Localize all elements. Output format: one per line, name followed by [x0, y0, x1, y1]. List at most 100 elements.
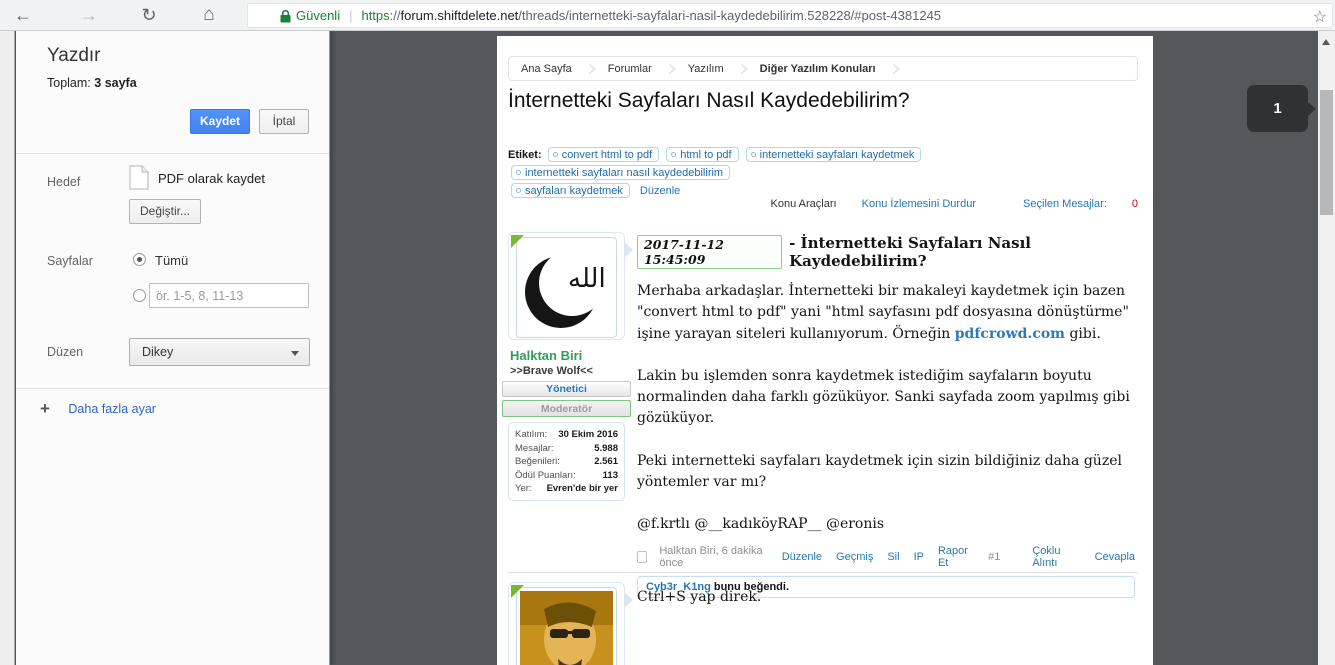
url-path: /threads/internetteki-sayfalari-nasil-ka… [518, 8, 942, 23]
pdfcrowd-link[interactable]: pdfcrowd.com [955, 326, 1065, 342]
bookmark-star-icon[interactable]: ☆ [1313, 7, 1327, 27]
user-card-post1: الله [508, 232, 633, 340]
moderator-banner: Moderatör [502, 400, 631, 417]
post-number[interactable]: #1 [988, 551, 1000, 563]
portrait-avatar-image [520, 591, 613, 665]
forward-icon[interactable]: → [76, 2, 102, 28]
breadcrumb-chevron-icon [887, 62, 900, 75]
destination-value: PDF olarak kaydet [158, 171, 265, 186]
post-separator [508, 572, 1138, 573]
post1-content: 2017-11-12 15:45:09 - İnternetteki Sayfa… [637, 234, 1135, 599]
breadcrumb-software[interactable]: Yazılım [676, 63, 736, 75]
edit-link[interactable]: Düzenle [782, 551, 822, 563]
more-settings-label: Daha fazla ayar [68, 402, 156, 416]
ip-link[interactable]: IP [914, 551, 924, 563]
plus-icon: + [40, 399, 50, 418]
home-icon[interactable]: ⌂ [196, 2, 222, 28]
crescent-avatar-image: الله [520, 241, 613, 334]
preview-page-number-badge: 1 [1247, 85, 1316, 132]
breadcrumb: Ana Sayfa Forumlar Yazılım Diğer Yazılım… [508, 56, 1138, 81]
post-paragraph: Merhaba arkadaşlar. İnternetteki bir mak… [637, 283, 1129, 342]
post2-content: Ctrl+S yap direk. [637, 587, 1135, 629]
username-link[interactable]: Halktan Biri [510, 348, 582, 363]
unwatch-thread-link[interactable]: Konu İzlemesini Durdur [862, 198, 976, 210]
preview-scrollbar[interactable] [1318, 31, 1335, 665]
stat-row: Mesajlar: 5.988 [515, 442, 618, 454]
post-title: - İnternetteki Sayfaları Nasıl Kaydedebi… [789, 234, 1031, 270]
delete-link[interactable]: Sil [887, 551, 899, 563]
svg-text:الله: الله [568, 264, 606, 294]
online-indicator-icon [511, 585, 524, 598]
breadcrumb-home[interactable]: Ana Sayfa [509, 63, 584, 75]
tags-block: Etiket: convert html to pdf html to pdf … [508, 146, 1138, 200]
tag-icon [750, 152, 756, 157]
thread-tools-button[interactable]: Konu Araçları [771, 198, 837, 210]
online-indicator-icon [511, 235, 524, 248]
back-icon[interactable]: ← [10, 2, 36, 28]
tag-pill[interactable]: internetteki sayfaları kaydetmek [745, 147, 922, 162]
total-pages: Toplam: 3 sayfa [47, 76, 137, 90]
history-link[interactable]: Geçmiş [836, 551, 873, 563]
tag-pill[interactable]: convert html to pdf [547, 147, 660, 162]
save-button[interactable]: Kaydet [190, 109, 250, 134]
tag-pill[interactable]: html to pdf [666, 147, 739, 162]
user-tagline: >>Brave Wolf<< [510, 365, 593, 377]
layout-label: Düzen [47, 345, 84, 359]
selected-messages-link[interactable]: Seçilen Mesajlar: 0 [1001, 198, 1138, 210]
avatar[interactable] [516, 587, 617, 665]
message-pointer-icon [624, 242, 633, 258]
tag-pill[interactable]: sayfaları kaydetmek [511, 183, 630, 198]
post1-body: Merhaba arkadaşlar. İnternetteki bir mak… [637, 281, 1135, 535]
reply-link[interactable]: Cevapla [1095, 551, 1135, 563]
tags-label: Etiket: [508, 149, 542, 161]
breadcrumb-chevron-icon [664, 62, 676, 75]
pages-label: Sayfalar [47, 254, 93, 268]
post-timestamp: 2017-11-12 15:45:09 [637, 235, 783, 269]
security-label: Güvenli [296, 8, 341, 23]
message-pointer-icon [624, 592, 633, 608]
stat-row: Ödül Puanları: 113 [515, 469, 618, 481]
pages-all-label[interactable]: Tümü [155, 253, 188, 268]
report-link[interactable]: Rapor Et [938, 545, 974, 569]
browser-toolbar: ← → ↻ ⌂ Güvenli | https://forum.shiftdel… [0, 0, 1335, 31]
panel-divider [16, 153, 329, 154]
screen: ← → ↻ ⌂ Güvenli | https://forum.shiftdel… [0, 0, 1335, 665]
selected-count: 0 [1131, 198, 1138, 210]
url-scheme: https [361, 8, 390, 23]
pages-range-radio[interactable] [133, 289, 146, 302]
thread-title: İnternetteki Sayfaları Nasıl Kaydedebili… [508, 89, 910, 112]
pages-all-radio[interactable] [133, 253, 146, 266]
scrollbar-thumb[interactable] [1320, 90, 1333, 215]
tags-edit-link[interactable]: Düzenle [640, 185, 680, 197]
layout-select[interactable]: Dikey [129, 338, 310, 366]
overlay-edge-strip [0, 31, 15, 665]
change-destination-button[interactable]: Değiştir... [129, 199, 201, 224]
post-paragraph: Ctrl+S yap direk. [637, 589, 762, 605]
post-author-time: Halktan Biri, 6 dakika önce [659, 545, 763, 570]
breadcrumb-forums[interactable]: Forumlar [596, 63, 664, 75]
url-text: https://forum.shiftdelete.net/threads/in… [361, 8, 942, 23]
breadcrumb-current[interactable]: Diğer Yazılım Konuları [748, 63, 888, 75]
tag-icon [516, 170, 521, 175]
scroll-up-arrow-icon[interactable] [1322, 39, 1330, 45]
cancel-button[interactable]: İptal [259, 109, 309, 134]
pages-range-input[interactable] [149, 283, 309, 308]
url-divider: | [349, 8, 353, 23]
print-preview-page: Ana Sayfa Forumlar Yazılım Diğer Yazılım… [497, 36, 1153, 665]
multi-quote-link[interactable]: Çoklu Alıntı [1032, 545, 1078, 569]
select-post-checkbox[interactable] [637, 551, 648, 564]
print-settings-panel: Yazdır Toplam: 3 sayfa Kaydet İptal Hede… [16, 31, 330, 665]
more-settings-button[interactable]: + Daha fazla ayar [40, 399, 156, 419]
url-host: forum.shiftdelete.net [400, 8, 519, 23]
avatar[interactable]: الله [516, 237, 617, 338]
panel-divider-2 [16, 388, 329, 389]
stat-row: Yer: Evren'de bir yer [515, 483, 618, 494]
user-stats-box: Katılım: 30 Ekim 2016 Mesajlar: 5.988 Beğe… [508, 422, 625, 501]
address-bar[interactable]: Güvenli | https://forum.shiftdelete.net/… [247, 3, 1333, 28]
post1-header: 2017-11-12 15:45:09 - İnternetteki Sayfa… [637, 234, 1135, 270]
refresh-icon[interactable]: ↻ [136, 2, 162, 28]
tag-pill[interactable]: internetteki sayfaları nasıl kaydedebili… [511, 165, 731, 180]
post-mentions: @f.krtlı @__kadıköyRAP__ @eronis [637, 516, 885, 533]
stat-row: Beğenileri: 2.561 [515, 456, 618, 467]
print-dialog-title: Yazdır [47, 45, 101, 66]
